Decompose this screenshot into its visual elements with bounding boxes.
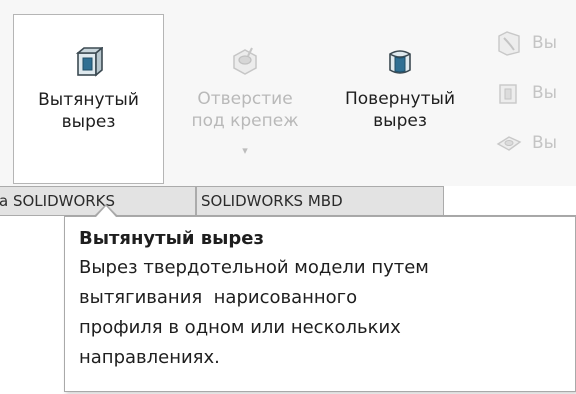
- swept-cut-button[interactable]: Вы: [496, 18, 576, 68]
- revolved-cut-icon: [389, 50, 411, 74]
- tooltip: Вытянутый вырез Вырез твердотельной моде…: [64, 216, 576, 392]
- hole-wizard-button[interactable]: Отверстие под крепеж ▾: [170, 14, 320, 184]
- side-command-column: Вы Вы Вы: [496, 18, 576, 168]
- hole-wizard-label-line2: под крепеж: [191, 111, 299, 131]
- command-manager-ribbon: Вытянутый вырез Отверстие под крепеж ▾ П…: [0, 0, 576, 186]
- revolved-cut-button[interactable]: Повернутый вырез: [326, 14, 474, 184]
- hole-wizard-icon: [233, 47, 257, 75]
- extruded-cut-icon: [75, 47, 103, 77]
- revolved-cut-label-line1: Повернутый: [344, 89, 455, 109]
- extruded-cut-label-line2: вырез: [61, 112, 116, 132]
- extruded-cut-label-line1: Вытянутый: [38, 90, 139, 110]
- swept-cut-icon: [498, 31, 520, 56]
- revolved-cut-label-line2: вырез: [373, 111, 427, 131]
- lofted-cut-label: Вы: [532, 83, 558, 103]
- tooltip-line: направлениях.: [79, 347, 220, 368]
- tooltip-pointer-fill: [96, 206, 116, 217]
- tooltip-line: профиля в одном или нескольких: [79, 317, 401, 338]
- tab-solidworks-mbd[interactable]: SOLIDWORKS MBD: [196, 186, 444, 216]
- chevron-down-icon[interactable]: ▾: [242, 144, 248, 157]
- lofted-cut-icon: [499, 84, 517, 104]
- swept-cut-label: Вы: [532, 33, 558, 53]
- boundary-cut-label: Вы: [532, 133, 558, 153]
- tooltip-line: вытягивания нарисованного: [79, 287, 358, 308]
- lofted-cut-button[interactable]: Вы: [496, 68, 576, 118]
- boundary-cut-button[interactable]: Вы: [496, 118, 576, 168]
- tooltip-title: Вытянутый вырез: [79, 228, 264, 249]
- boundary-cut-icon: [496, 136, 522, 151]
- tooltip-line: Вырез твердотельной модели путем: [79, 257, 429, 278]
- hole-wizard-label-line1: Отверстие: [197, 89, 293, 109]
- extruded-cut-button[interactable]: Вытянутый вырез: [13, 14, 164, 184]
- command-tabs: а SOLIDWORKS SOLIDWORKS MBD: [0, 186, 576, 216]
